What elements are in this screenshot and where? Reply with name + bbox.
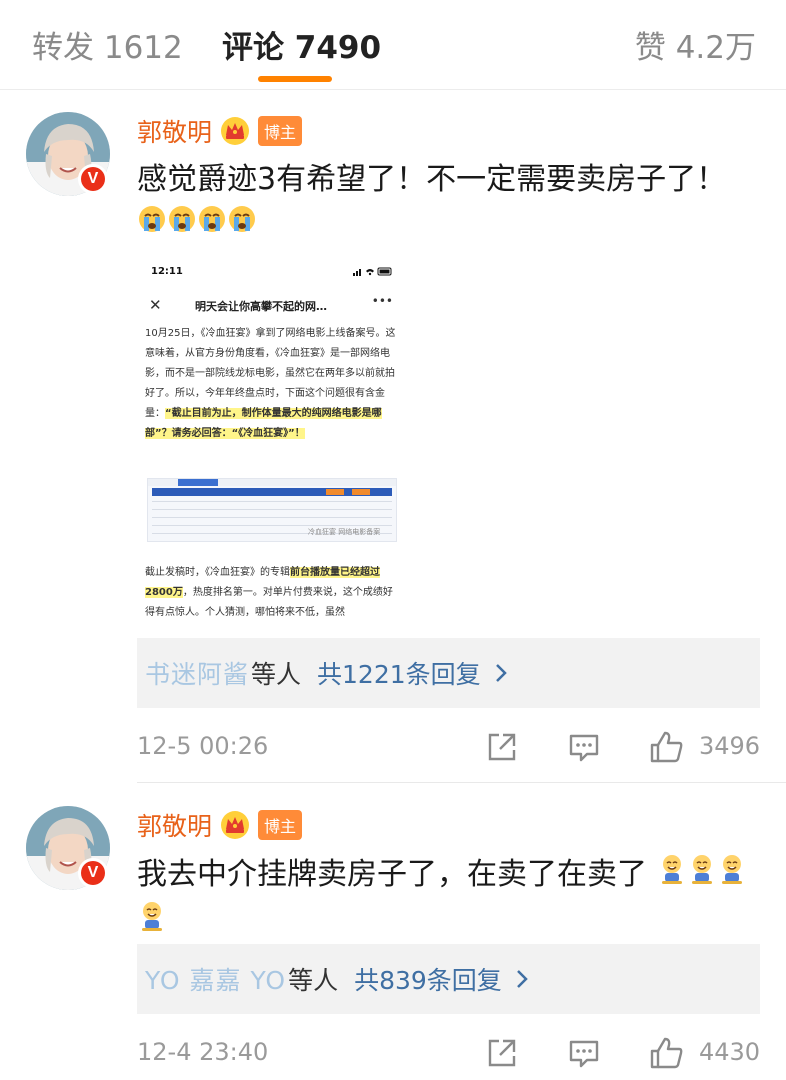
- more-icon: •••: [371, 294, 393, 308]
- comment-header: 郭敬明 博主: [137, 807, 303, 843]
- tab-comments[interactable]: 评论 7490: [222, 22, 381, 67]
- image-status-time: 12:11: [151, 266, 183, 277]
- reply-count-link[interactable]: 共839条回复: [354, 961, 502, 997]
- blogger-badge: 博主: [258, 116, 303, 146]
- thumbs-up-icon[interactable]: [649, 730, 685, 764]
- verified-badge-icon: V: [78, 164, 108, 194]
- close-icon: ✕: [149, 296, 162, 314]
- reply-etc-label: 等人: [251, 660, 302, 689]
- chevron-right-icon: [495, 664, 507, 682]
- blogger-badge: 博主: [258, 810, 303, 840]
- username[interactable]: 郭敬明: [137, 807, 212, 843]
- comment-icon[interactable]: [567, 1036, 601, 1070]
- tab-repost[interactable]: 转发 1612: [32, 22, 183, 67]
- chevron-right-icon: [516, 970, 528, 988]
- like-count: 3496: [699, 732, 761, 760]
- active-tab-indicator: [258, 76, 332, 82]
- reply-count-link[interactable]: 共1221条回复: [317, 655, 481, 691]
- grinning-doll-icon: [687, 852, 717, 899]
- comment-tabs: 转发 1612 评论 7490 赞 4.2万: [0, 0, 786, 90]
- grinning-doll-icon: [137, 899, 167, 946]
- comment-meta: 12-4 23:40 4430: [137, 1034, 760, 1074]
- thumbs-up-icon[interactable]: [649, 1036, 685, 1070]
- replies-summary[interactable]: YO 嘉嘉 YO 等人 共839条回复: [137, 944, 760, 1014]
- comment-divider: [137, 782, 786, 783]
- reply-user-names: YO 嘉嘉 YO: [145, 966, 287, 995]
- share-icon[interactable]: [485, 730, 519, 764]
- crying-face-icon: [167, 203, 197, 247]
- signal-wifi-battery-icon: [353, 267, 393, 279]
- comment-text: 我去中介挂牌卖房子了，在卖了在卖了: [137, 852, 747, 946]
- image-web-screenshot: 冷血狂宴 网络电影备案: [147, 478, 397, 542]
- verified-badge-icon: V: [78, 858, 108, 888]
- crown-icon: [221, 117, 250, 145]
- image-article-text-2: 截止发稿时，《冷血狂宴》的专辑前台播放量已经超过2800万，热度排名第一。对单片…: [145, 567, 393, 618]
- share-icon[interactable]: [485, 1036, 519, 1070]
- grinning-doll-icon: [657, 852, 687, 899]
- comment-timestamp: 12-4 23:40: [137, 1038, 269, 1066]
- reply-etc-label: 等人: [288, 966, 339, 995]
- image-article-text: 10月25日，《冷血狂宴》拿到了网络电影上线备案号。这意味着，从官方身份角度看，…: [145, 328, 396, 439]
- comment-icon[interactable]: [567, 730, 601, 764]
- comment-timestamp: 12-5 00:26: [137, 732, 269, 760]
- username[interactable]: 郭敬明: [137, 113, 212, 149]
- comment-image[interactable]: 12:11 ✕ 明天会让你高攀不起的网… ••• 10月25日，《冷血狂宴》拿到…: [137, 258, 407, 618]
- image-article-title: 明天会让你高攀不起的网…: [195, 300, 327, 313]
- comment-meta: 12-5 00:26 3496: [137, 728, 760, 768]
- tab-likes[interactable]: 赞 4.2万: [635, 22, 756, 67]
- replies-summary[interactable]: 书迷阿酱 等人 共1221条回复: [137, 638, 760, 708]
- comment-header: 郭敬明 博主: [137, 113, 303, 149]
- like-count: 4430: [699, 1038, 761, 1066]
- crying-face-icon: [197, 203, 227, 247]
- comment-text: 感觉爵迹3有希望了！不一定需要卖房子了！: [137, 158, 747, 247]
- crying-face-icon: [227, 203, 257, 247]
- grinning-doll-icon: [717, 852, 747, 899]
- crown-icon: [221, 811, 250, 839]
- crying-face-icon: [137, 203, 167, 247]
- reply-user-names: 书迷阿酱: [145, 660, 250, 689]
